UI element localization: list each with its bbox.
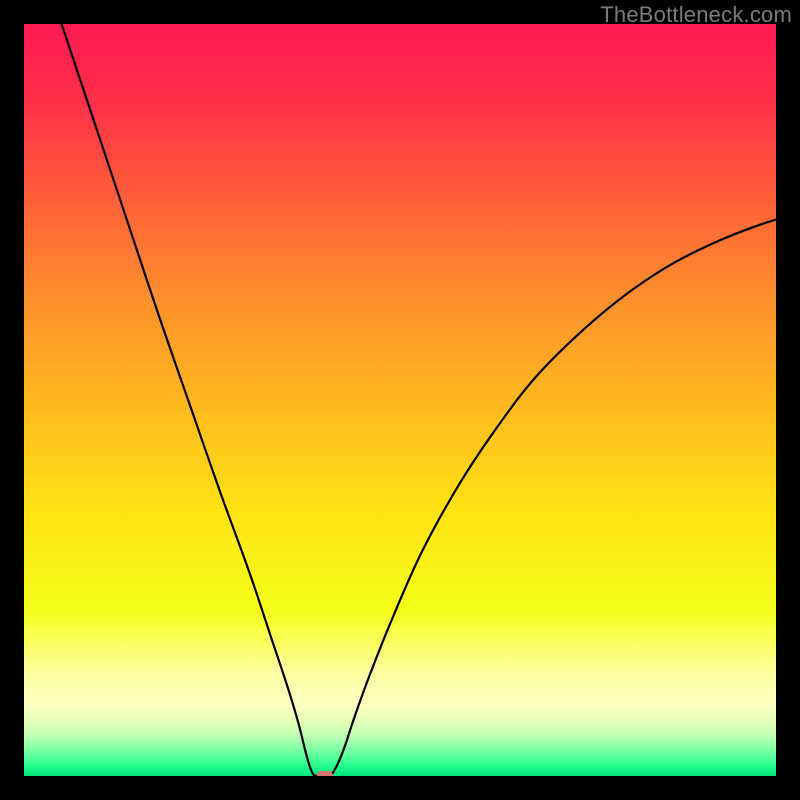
- watermark-text: TheBottleneck.com: [600, 2, 792, 28]
- chart-frame: [24, 24, 776, 776]
- bottleneck-curve-chart: [24, 24, 776, 776]
- optimum-marker: [317, 771, 333, 776]
- gradient-background: [24, 24, 776, 776]
